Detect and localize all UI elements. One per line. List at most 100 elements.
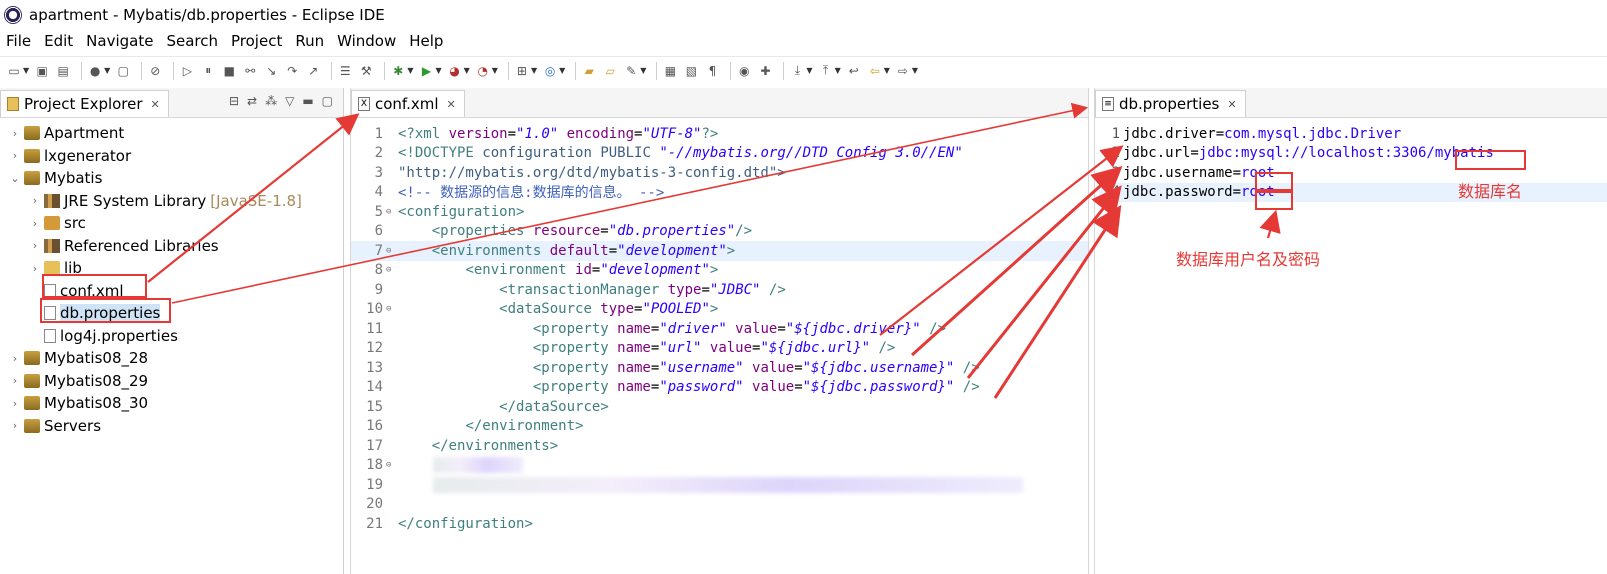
debug-button[interactable]: ✱ ▼ (390, 63, 413, 79)
tree-item[interactable]: › Referenced Libraries (0, 235, 343, 258)
property-line[interactable]: 4 jdbc.password= root (1099, 182, 1607, 202)
step-return-button[interactable]: ↗ (305, 63, 321, 79)
link-editor-icon[interactable]: ⇄ (247, 94, 257, 108)
coverage-button[interactable]: ◕ ▼ (447, 63, 469, 79)
tab-db-properties[interactable]: ≡ db.properties ✕ (1095, 90, 1246, 117)
step-into-button[interactable]: ↘ (263, 63, 279, 79)
tree-item[interactable]: › Mybatis08_28 (0, 347, 343, 370)
chevron-right-icon[interactable]: › (8, 374, 22, 387)
console-button[interactable]: ▢ (115, 63, 131, 79)
save-button[interactable]: ▣ (34, 63, 50, 79)
tree-item[interactable]: ⌄ Mybatis (0, 167, 343, 190)
new-class-button[interactable]: ◎ ▼ (542, 63, 565, 79)
prev-annotation-button[interactable]: ⤒ ▼ (818, 63, 841, 79)
code-line[interactable]: 13 <property name="username" value="${jd… (351, 358, 1088, 378)
tab-project-explorer[interactable]: Project Explorer ✕ (0, 90, 169, 117)
terminate-button[interactable]: ■ (221, 63, 237, 79)
chevron-right-icon[interactable]: › (8, 419, 22, 432)
property-line[interactable]: 1 jdbc.driver= com.mysql.jdbc.Driver (1099, 124, 1607, 144)
close-icon[interactable]: ✕ (151, 98, 160, 111)
skip-breakpoints-button[interactable]: ⊘ (147, 63, 163, 79)
conf-xml-code[interactable]: 1 <?xml version="1.0" encoding="UTF-8"?> 2… (351, 118, 1088, 534)
toggle-mark-button[interactable]: ▦ (662, 63, 678, 79)
code-line[interactable]: 2 <!DOCTYPE configuration PUBLIC "-//myba… (351, 144, 1088, 164)
maximize-icon[interactable]: ▢ (322, 94, 333, 108)
toggle-block-button[interactable]: ☰ (337, 63, 353, 79)
build-button[interactable]: ⚒ (358, 63, 374, 79)
code-line[interactable]: 10 ⊖ <dataSource type="POOLED"> (351, 300, 1088, 320)
tree-item[interactable]: › Mybatis08_30 (0, 392, 343, 415)
view-menu-icon[interactable]: ▽ (285, 94, 294, 108)
minimize-icon[interactable]: ▬ (302, 94, 313, 108)
code-line[interactable]: 4 <!-- 数据源的信息:数据库的信息。 --> (351, 183, 1088, 203)
code-line[interactable]: 14 <property name="password" value="${jd… (351, 378, 1088, 398)
new-java-project-button[interactable]: ⊞ ▼ (514, 63, 537, 79)
code-line[interactable]: 9 <transactionManager type="JDBC" /> (351, 280, 1088, 300)
chevron-right-icon[interactable]: › (28, 262, 42, 275)
chevron-right-icon[interactable]: › (28, 239, 42, 252)
menu-search[interactable]: Search (166, 32, 218, 50)
property-line[interactable]: 3 jdbc.username= root (1099, 163, 1607, 183)
forward-button[interactable]: ⇨ ▼ (895, 63, 918, 79)
close-icon[interactable]: ✕ (1227, 98, 1236, 111)
fold-icon[interactable]: ⊖ (386, 246, 396, 256)
disconnect-button[interactable]: ⚯ (242, 63, 258, 79)
code-line[interactable]: 11 <property name="driver" value="${jdbc… (351, 319, 1088, 339)
pin-button[interactable]: ✚ (757, 63, 773, 79)
fold-icon[interactable]: ⊖ (386, 460, 396, 470)
menu-run[interactable]: Run (295, 32, 324, 50)
run-button[interactable]: ▶ ▼ (418, 63, 442, 79)
open-task-button[interactable]: ▱ (602, 63, 618, 79)
external-tools-button[interactable]: ◔ ▼ (475, 63, 498, 79)
step-over-button[interactable]: ↷ (284, 63, 300, 79)
code-line[interactable]: 3 "http://mybatis.org/dtd/mybatis-3-confi… (351, 163, 1088, 183)
back-button[interactable]: ⇦ ▼ (867, 63, 890, 79)
chevron-right-icon[interactable]: › (28, 194, 42, 207)
code-line[interactable]: 1 <?xml version="1.0" encoding="UTF-8"?> (351, 124, 1088, 144)
code-line[interactable]: 21 </configuration> (351, 514, 1088, 534)
fold-icon[interactable]: ⊖ (386, 304, 396, 314)
tree-item[interactable]: log4j.properties (0, 325, 343, 348)
tree-item[interactable]: › lxgenerator (0, 145, 343, 168)
show-whitespace-button[interactable]: ¶ (704, 63, 720, 79)
chevron-right-icon[interactable]: › (28, 217, 42, 230)
tree-item[interactable]: › src (0, 212, 343, 235)
code-line[interactable]: 12 <property name="url" value="${jdbc.ur… (351, 339, 1088, 359)
menu-window[interactable]: Window (337, 32, 396, 50)
new-button[interactable]: ▭ ▼ (6, 63, 29, 79)
last-edit-button[interactable]: ↩ (846, 63, 862, 79)
collapse-all-icon[interactable]: ⊟ (229, 94, 239, 108)
open-type-button[interactable]: ▰ (581, 63, 597, 79)
code-line[interactable]: 5 ⊖ <configuration> (351, 202, 1088, 222)
tree-item[interactable]: › Servers (0, 415, 343, 438)
next-annotation-button[interactable]: ⤓ ▼ (789, 63, 813, 79)
chevron-down-icon[interactable]: ⌄ (8, 172, 22, 185)
chevron-right-icon[interactable]: › (8, 127, 22, 140)
fold-icon[interactable]: ⊖ (386, 207, 396, 217)
suspend-button[interactable]: ⏸ (200, 63, 216, 79)
resume-button[interactable]: ▷ (179, 63, 195, 79)
toggle-breadcrumb-button[interactable]: ▧ (683, 63, 699, 79)
code-line[interactable]: 15 </dataSource> (351, 397, 1088, 417)
code-line[interactable]: 17 </environments> (351, 436, 1088, 456)
code-line[interactable]: 6 <properties resource="db.properties"/> (351, 222, 1088, 242)
chevron-right-icon[interactable]: › (8, 149, 22, 162)
web-browser-button[interactable]: ◉ (736, 63, 752, 79)
chevron-right-icon[interactable]: › (8, 352, 22, 365)
account-button[interactable]: ● ▼ (87, 63, 110, 79)
code-line[interactable]: 16 </environment> (351, 417, 1088, 437)
tree-item[interactable]: › Mybatis08_29 (0, 370, 343, 393)
code-line[interactable]: 8 ⊖ <environment id="development"> (351, 261, 1088, 281)
close-icon[interactable]: ✕ (447, 98, 456, 111)
db-properties-code[interactable]: 1 jdbc.driver= com.mysql.jdbc.Driver 2 jdbc.… (1095, 118, 1607, 202)
chevron-right-icon[interactable]: › (8, 397, 22, 410)
property-line[interactable]: 2 jdbc.url= jdbc:mysql://localhost:3306/my… (1099, 144, 1607, 164)
menu-edit[interactable]: Edit (44, 32, 73, 50)
menu-project[interactable]: Project (231, 32, 282, 50)
search-button[interactable]: ✎ ▼ (623, 63, 646, 79)
code-line[interactable]: 18 ⊖ (351, 456, 1088, 476)
filter-icon[interactable]: ⁂ (265, 94, 277, 108)
menu-help[interactable]: Help (409, 32, 443, 50)
code-line[interactable]: 20 (351, 495, 1088, 515)
save-all-button[interactable]: ▤ (55, 63, 71, 79)
